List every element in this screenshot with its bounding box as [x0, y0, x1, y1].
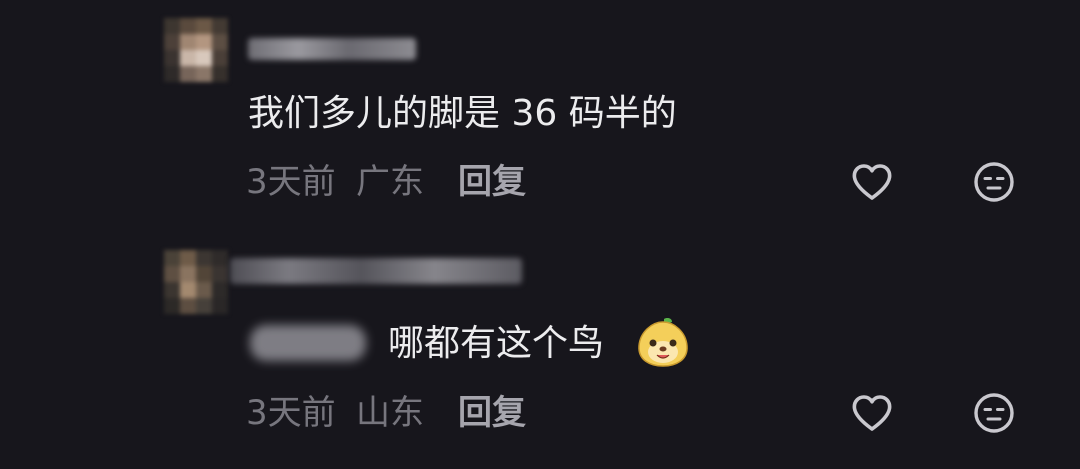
avatar[interactable] — [164, 250, 228, 314]
mention-blurred[interactable] — [250, 325, 366, 361]
heart-outline-icon — [852, 164, 892, 200]
comment-item-2: 哪都有这个鸟 3天前 山东 回复 — [0, 230, 1080, 469]
comment-text: 我们多儿的脚是 36 码半的 — [248, 93, 677, 134]
username-blurred[interactable] — [230, 258, 522, 284]
comment-item-1: 我们多儿的脚是 36 码半的 3天前 广东 回复 — [0, 0, 1080, 230]
comment-location: 山东 — [356, 393, 424, 433]
neutral-face-icon — [974, 393, 1014, 433]
comment-time: 3天前 — [246, 162, 336, 202]
avatar[interactable] — [164, 18, 228, 82]
neutral-face-icon — [974, 162, 1014, 202]
dislike-button[interactable] — [970, 389, 1018, 437]
comment-location: 广东 — [356, 162, 424, 202]
reply-button[interactable]: 回复 — [458, 162, 526, 202]
pear-face-emoji — [634, 316, 692, 368]
heart-outline-icon — [852, 395, 892, 431]
like-button[interactable] — [848, 389, 896, 437]
comment-text: 哪都有这个鸟 — [388, 323, 605, 364]
reply-button[interactable]: 回复 — [458, 393, 526, 433]
username-blurred[interactable] — [248, 38, 416, 60]
dislike-button[interactable] — [970, 158, 1018, 206]
like-button[interactable] — [848, 158, 896, 206]
comment-time: 3天前 — [246, 393, 336, 433]
